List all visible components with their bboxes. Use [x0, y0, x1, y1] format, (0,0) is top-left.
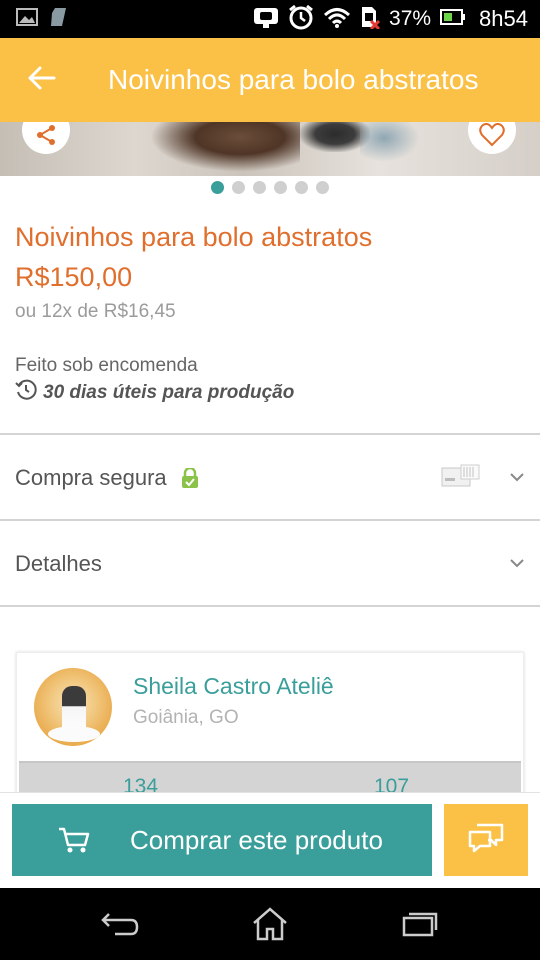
carousel-dot-active[interactable]	[211, 181, 224, 194]
heart-icon	[479, 122, 505, 152]
carousel-dot[interactable]	[253, 181, 266, 194]
image-icon	[16, 7, 38, 31]
divider	[0, 433, 540, 435]
clock: 8h54	[479, 6, 528, 31]
product-photo-detail	[360, 122, 420, 162]
buy-button[interactable]: Comprar este produto	[12, 804, 432, 876]
seller-location: Goiânia, GO	[133, 707, 239, 728]
wifi-icon	[323, 6, 351, 33]
status-bar: 37% 8h54	[0, 0, 540, 38]
production-time-text: 30 dias úteis para produção	[43, 381, 295, 403]
carousel-dot[interactable]	[274, 181, 287, 194]
product-price: R$150,00	[15, 262, 133, 292]
divider	[0, 519, 540, 521]
secure-purchase-label: Compra segura	[15, 465, 167, 490]
made-to-order-label: Feito sob encomenda	[15, 355, 198, 376]
nav-back-button[interactable]	[90, 906, 150, 946]
carousel-dot[interactable]	[316, 181, 329, 194]
purchase-bar: Comprar este produto	[0, 792, 540, 888]
nav-home-button[interactable]	[240, 906, 300, 946]
favorite-button[interactable]	[468, 122, 516, 154]
secure-purchase-row[interactable]: Compra segura	[0, 436, 540, 520]
nav-recent-apps-button[interactable]	[390, 906, 450, 946]
cart-icon	[58, 826, 90, 854]
details-row[interactable]: Detalhes	[0, 522, 540, 606]
chevron-down-icon	[509, 555, 525, 573]
sim-card-icon	[50, 7, 68, 32]
payment-card-icon	[441, 464, 481, 493]
back-arrow-icon	[28, 66, 56, 95]
clock-history-icon	[15, 379, 37, 406]
system-nav-bar	[0, 888, 540, 960]
details-label: Detalhes	[15, 551, 102, 576]
silent-mode-icon	[253, 5, 279, 34]
production-time: 30 dias úteis para produção	[15, 379, 294, 406]
back-button[interactable]	[0, 38, 84, 122]
lock-icon	[181, 468, 199, 488]
seller-avatar[interactable]	[34, 668, 112, 746]
sim-no-signal-icon	[360, 5, 381, 34]
chat-button[interactable]	[444, 804, 528, 876]
nav-back-icon	[101, 911, 139, 942]
carousel-indicator	[0, 181, 540, 194]
chat-icon	[468, 823, 504, 858]
product-image-carousel[interactable]	[0, 122, 540, 176]
battery-percent: 37%	[389, 7, 432, 30]
nav-home-icon	[252, 906, 288, 946]
divider	[0, 605, 540, 607]
buy-button-label: Comprar este produto	[130, 824, 383, 855]
product-title: Noivinhos para bolo abstratos	[15, 222, 373, 252]
page-title: Noivinhos para bolo abstratos	[108, 64, 479, 95]
alarm-icon	[288, 4, 314, 35]
seller-name[interactable]: Sheila Castro Ateliê	[133, 673, 334, 700]
app-bar: Noivinhos para bolo abstratos	[0, 38, 540, 122]
screen: 37% 8h54 Noivinhos para bolo abstratos N…	[0, 0, 540, 960]
share-button[interactable]	[22, 122, 70, 154]
product-photo-detail	[150, 122, 300, 172]
carousel-dot[interactable]	[232, 181, 245, 194]
chevron-down-icon	[509, 469, 525, 487]
share-icon	[34, 122, 58, 152]
battery-icon	[440, 8, 466, 31]
installments-text: ou 12x de R$16,45	[15, 301, 176, 322]
nav-recent-apps-icon	[402, 911, 438, 942]
carousel-dot[interactable]	[295, 181, 308, 194]
avatar-cake	[48, 726, 100, 742]
